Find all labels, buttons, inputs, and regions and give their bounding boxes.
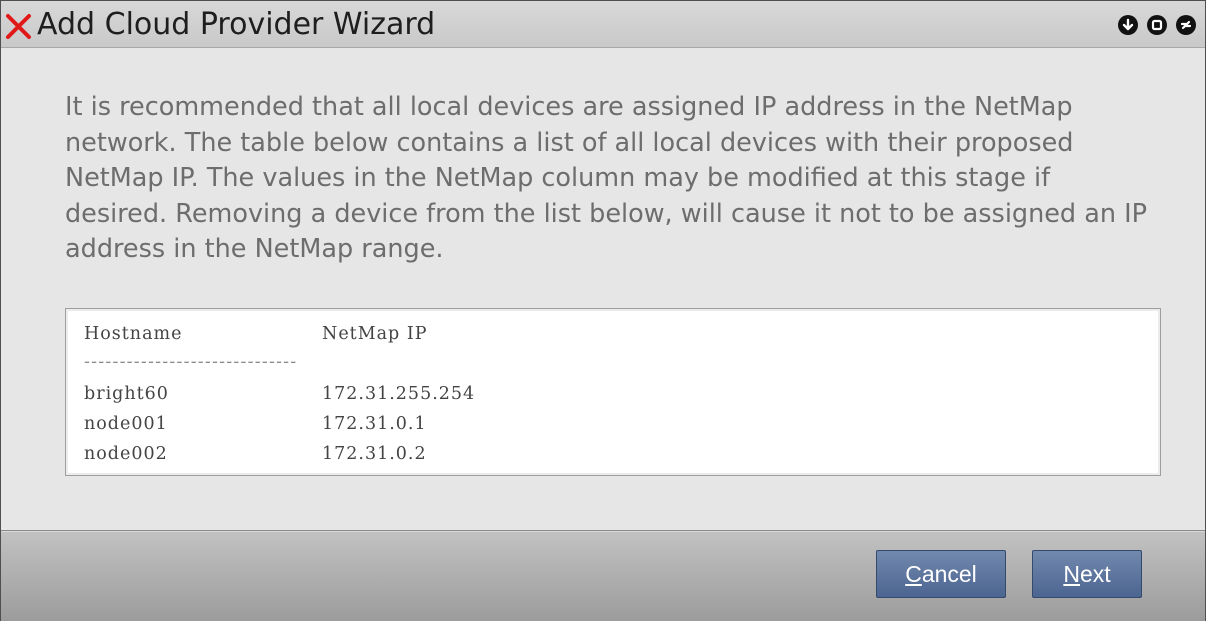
minimize-icon[interactable]: [1118, 15, 1138, 35]
netmap-ip-cell[interactable]: 172.31.255.254: [322, 379, 475, 409]
window-title: Add Cloud Provider Wizard: [37, 7, 436, 42]
wizard-content: It is recommended that all local devices…: [1, 48, 1205, 530]
title-bar[interactable]: Add Cloud Provider Wizard: [1, 1, 1205, 48]
next-accel: N: [1063, 561, 1080, 587]
cancel-button[interactable]: Cancel: [876, 550, 1006, 598]
netmap-ip-cell[interactable]: 172.31.0.1: [322, 409, 427, 439]
maximize-icon[interactable]: [1147, 15, 1167, 35]
header-hostname: Hostname: [84, 324, 183, 344]
cancel-accel: C: [905, 561, 922, 587]
button-bar: Cancel Next: [1, 530, 1205, 621]
next-label: ext: [1079, 561, 1111, 587]
cancel-label: ancel: [921, 561, 977, 587]
description-text: It is recommended that all local devices…: [65, 92, 1148, 264]
netmap-table[interactable]: Hostname NetMap IP ---------------------…: [65, 308, 1161, 476]
close-x-icon[interactable]: [6, 13, 32, 39]
next-button[interactable]: Next: [1032, 550, 1142, 598]
wizard-window: Add Cloud Provider Wizard It is recommen…: [0, 0, 1206, 621]
hostname-cell: node002: [84, 444, 168, 464]
netmap-ip-cell[interactable]: 172.31.0.2: [322, 439, 427, 469]
hostname-cell: node001: [84, 414, 168, 434]
header-netmap-ip: NetMap IP: [322, 324, 428, 344]
close-icon[interactable]: [1176, 15, 1196, 35]
table-separator: ------------------------------: [84, 352, 298, 372]
hostname-cell: bright60: [84, 384, 169, 404]
